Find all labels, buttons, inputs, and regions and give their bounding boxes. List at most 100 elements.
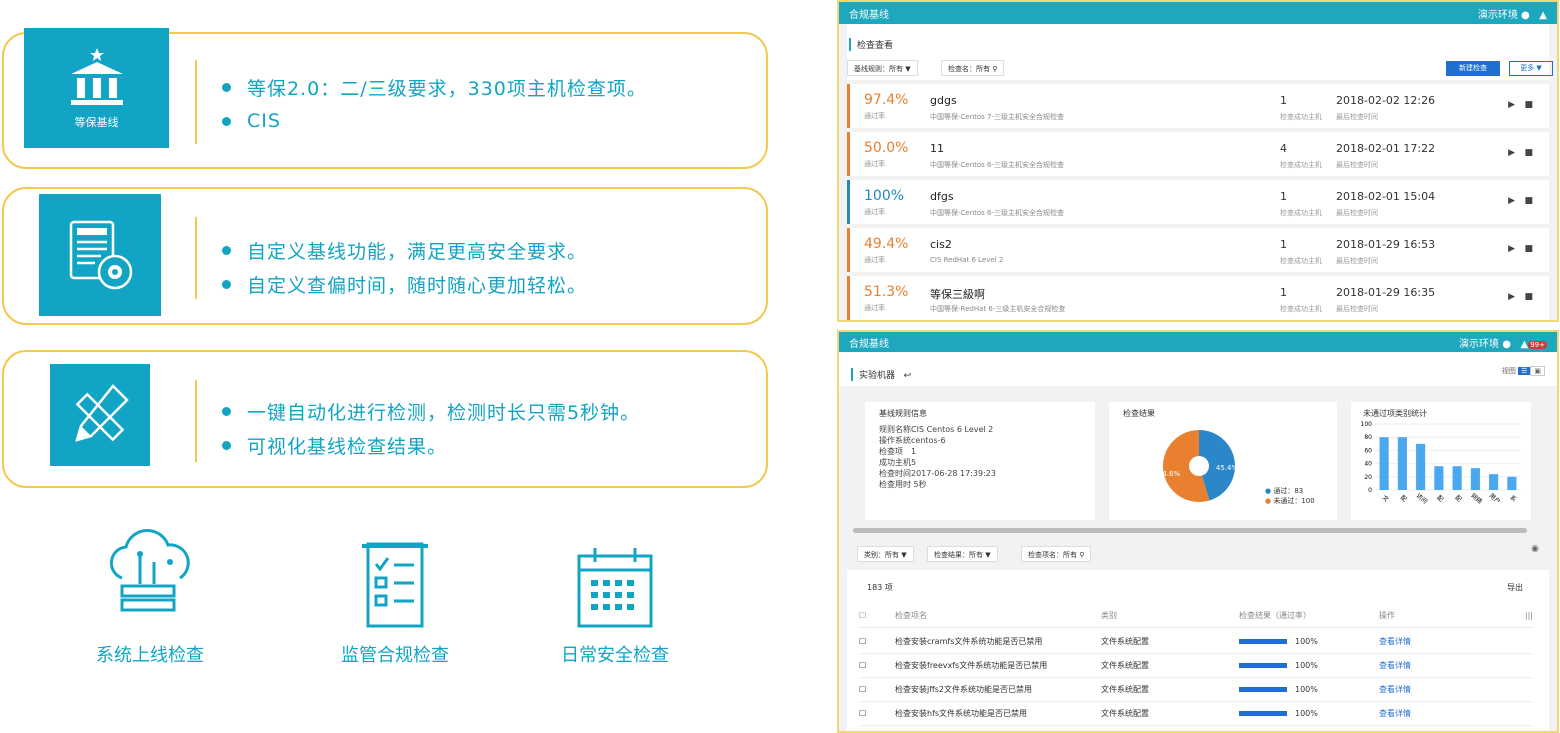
table-row: ☐ 检查安装hfs文件系统功能是否已禁用 文件系统配置 100% 查看详情 (859, 702, 1533, 726)
icon-label: 等保基线 (74, 116, 119, 129)
play-icon[interactable]: ▶ (1508, 244, 1515, 254)
check-row[interactable]: 51.3% 通过率 等保三級啊 中国等保-RedHat 6-三级主机安全合规检查… (847, 276, 1549, 320)
trash-icon[interactable]: ■ (1524, 292, 1533, 302)
feature-line: 等保2.0：二/三级要求，330项主机检查项。 (222, 70, 647, 104)
bell-icon: ▲ (1539, 9, 1547, 21)
bank-icon (70, 48, 123, 105)
info-line: 检查项 1 (879, 447, 917, 456)
back-icon[interactable]: ↩ (904, 371, 912, 381)
bar-1 (1397, 437, 1407, 490)
pencil-ruler-icon-box (50, 364, 150, 466)
export-button[interactable]: 导出 (1507, 582, 1523, 593)
filter-result[interactable]: 检查结果：所有 ▼ (927, 546, 998, 562)
feature-line: 可视化基线检查结果。 (222, 428, 640, 462)
user-icon: ● (1502, 338, 1511, 350)
notification-badge: 99+ (1528, 340, 1547, 349)
y-tick: 100 (1361, 421, 1373, 428)
feature-line: 自定义基线功能，满足更高安全要求。 (222, 233, 587, 267)
check-name: cis2 (930, 238, 952, 251)
info-line: 操作系统centos-6 (879, 436, 946, 445)
feature-line: 一键自动化进行检测，检测时长只需5秒钟。 (222, 394, 640, 428)
play-icon[interactable]: ▶ (1508, 100, 1515, 110)
feature-line: CIS (222, 104, 647, 138)
filter-rule[interactable]: 基线规则：所有 ▼ (847, 60, 918, 76)
y-tick: 60 (1364, 447, 1372, 454)
pass-rate: 51.3% (864, 284, 909, 300)
row-checkbox[interactable]: ☐ (859, 685, 895, 694)
new-check-button[interactable]: 新建检查 (1446, 61, 1500, 76)
feature-card-2: 自定义基线功能，满足更高安全要求。 自定义查偏时间，随时随心更加轻松。 (2, 187, 768, 325)
result-pie-chart: 45.4% 54.6% (1158, 430, 1239, 502)
table-row: ☐ 检查安装cramfs文件系统功能是否已禁用 文件系统配置 100% 查看详情 (859, 630, 1533, 654)
info-line: 检查用时 5秒 (879, 480, 927, 489)
category-panel: 未通过项类别统计 0 20 40 60 80 100 文配访问配配网络 用户系 (1351, 402, 1531, 520)
trash-icon[interactable]: ■ (1524, 148, 1533, 158)
calendar-icon (577, 548, 653, 628)
play-icon[interactable]: ▶ (1508, 148, 1515, 158)
bar-2 (1416, 443, 1426, 490)
y-tick: 20 (1364, 474, 1372, 481)
feature-card-1: 等保基线 等保2.0：二/三级要求，330项主机检查项。 CIS (2, 28, 768, 169)
list-view-icon: ☰ (1518, 367, 1531, 375)
table-row: ☐ 检查安装jffs2文件系统功能是否已禁用 文件系统配置 100% 查看详情 (859, 678, 1533, 702)
filter-item-name[interactable]: 检查项名：所有 ⚲ (1021, 546, 1092, 562)
info-line: 检查时间2017-06-28 17:39:23 (879, 469, 996, 478)
y-tick: 80 (1364, 434, 1372, 441)
pass-rate: 50.0% (864, 140, 909, 156)
check-row[interactable]: 100% 通过率 dfgs 中国等保-Centos 6-三级主机安全合规检查 1… (847, 180, 1549, 224)
document-gear-icon-box (39, 194, 161, 316)
check-name: 等保三級啊 (930, 288, 985, 301)
view-toggle[interactable]: 视图 ☰ ▣ (1502, 366, 1545, 376)
view-detail-link[interactable]: 查看详情 (1379, 708, 1533, 719)
view-button[interactable]: 更多 ▼ (1509, 61, 1553, 76)
check-row[interactable]: 50.0% 通过率 11 中国等保-Centos 6-三级主机安全合规检查 4检… (847, 132, 1549, 176)
bar-3 (1434, 466, 1444, 490)
result-panel: 检查结果 45.4% 54.6% ● 通过：83 ● 未通过：100 (1109, 402, 1337, 520)
user-menu[interactable]: 演示环境 ● ▲ 99+ (1459, 335, 1547, 350)
row-checkbox[interactable]: ☐ (859, 637, 895, 646)
trash-icon[interactable]: ■ (1524, 100, 1533, 110)
view-detail-link[interactable]: 查看详情 (1379, 636, 1533, 647)
x-tick: 用户 (1488, 492, 1502, 506)
user-menu[interactable]: 演示环境 ● ▲ (1478, 6, 1547, 21)
feature-card-3: 一键自动化进行检测，检测时长只需5秒钟。 可视化基线检查结果。 (2, 350, 768, 488)
filter-category[interactable]: 类别：所有 ▼ (857, 546, 914, 562)
check-name: 11 (930, 142, 944, 155)
section-title: 实验机器 ↩ (851, 368, 911, 381)
item-count: 183 项 (867, 583, 893, 592)
bar-4 (1452, 466, 1462, 490)
filter-name[interactable]: 检查名：所有 ⚲ (941, 60, 1005, 76)
pass-rate: 97.4% (864, 92, 909, 108)
scroll-top-icon[interactable]: ◉ (1531, 544, 1539, 554)
top-bar: 合规基线 演示环境 ● ▲ (839, 2, 1557, 24)
trash-icon[interactable]: ■ (1524, 244, 1533, 254)
app-title: 合规基线 (849, 338, 889, 350)
pie-label: 45.4% (1216, 464, 1239, 472)
pass-rate: 100% (864, 188, 905, 204)
x-tick: 配 (1399, 494, 1408, 503)
view-detail-link[interactable]: 查看详情 (1379, 684, 1533, 695)
play-icon[interactable]: ▶ (1508, 196, 1515, 206)
app-title: 合规基线 (849, 9, 889, 21)
x-tick: 文 (1381, 493, 1391, 503)
check-row[interactable]: 97.4% 通过率 gdgs 中国等保-Centos 7-三级主机安全合规检查 … (847, 84, 1549, 128)
scenario-daily: 日常安全检查 (545, 546, 685, 667)
play-icon[interactable]: ▶ (1508, 292, 1515, 302)
scenario-system-launch: 系统上线检查 (80, 528, 220, 667)
row-checkbox[interactable]: ☐ (859, 709, 895, 718)
document-gear-icon (69, 220, 133, 290)
trash-icon[interactable]: ■ (1524, 196, 1533, 206)
table-header: ☐ 检查项名 类别 检查结果（通过率） 操作 ||| (859, 604, 1533, 628)
bar-7 (1507, 476, 1517, 490)
view-detail-link[interactable]: 查看详情 (1379, 660, 1533, 671)
check-row[interactable]: 49.4% 通过率 cis2 CIS RedHat 6 Level 2 1 检查成… (847, 228, 1549, 272)
info-panel: 基线规则信息 规则名称CIS Centos 6 Level 2 操作系统cento… (865, 402, 1095, 520)
x-tick: 配 (1435, 494, 1444, 503)
row-checkbox[interactable]: ☐ (859, 661, 895, 670)
user-icon: ● (1521, 9, 1530, 21)
pie-label: 54.6% (1158, 470, 1181, 478)
category-bar-chart: 020406080100文配访问配配网络 用户系 (1361, 421, 1521, 506)
info-line: 规则名称CIS Centos 6 Level 2 (879, 425, 994, 434)
bar-5 (1470, 468, 1480, 490)
table-row: ☐ 检查安装freevxfs文件系统功能是否已禁用 文件系统配置 100% 查看… (859, 654, 1533, 678)
